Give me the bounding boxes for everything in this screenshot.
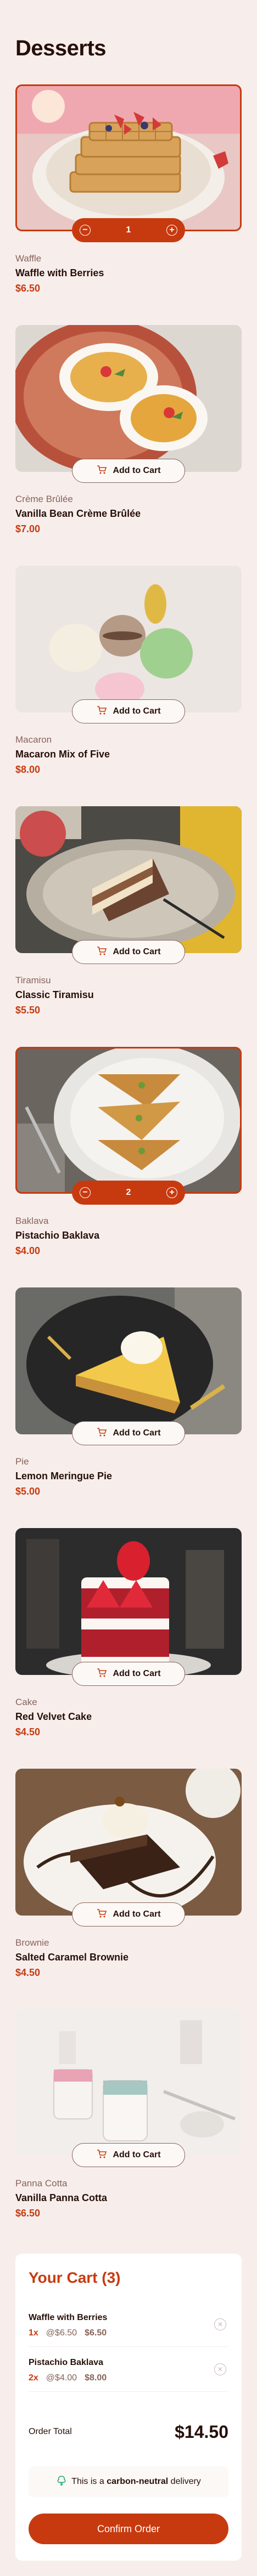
add-to-cart-icon bbox=[96, 464, 107, 478]
product-category: Pie bbox=[15, 1456, 29, 1467]
cart-item-qty: 1x bbox=[29, 2328, 38, 2338]
product-image: Add to Cart bbox=[15, 1528, 242, 1686]
tree-icon bbox=[56, 2475, 67, 2489]
add-to-cart-button[interactable]: Add to Cart bbox=[72, 940, 185, 964]
minus-icon[interactable]: − bbox=[80, 1187, 91, 1198]
plus-icon[interactable]: + bbox=[166, 1187, 177, 1198]
product-price: $8.00 bbox=[15, 764, 41, 775]
product-card: Add to Cart Cake Red Velvet Cake $4.50 bbox=[15, 1528, 242, 1737]
add-to-cart-label: Add to Cart bbox=[113, 1428, 161, 1438]
product-category: Cake bbox=[15, 1697, 37, 1707]
add-to-cart-button[interactable]: Add to Cart bbox=[72, 2143, 185, 2167]
cart-item-unit-price: @$6.50 bbox=[46, 2328, 77, 2338]
product-card: Add to Cart Crème Brûlée Vanilla Bean Cr… bbox=[15, 325, 242, 534]
product-category: Brownie bbox=[15, 1937, 49, 1948]
product-name: Macaron Mix of Five bbox=[15, 749, 110, 760]
cart-item-total: $6.50 bbox=[85, 2328, 107, 2338]
quantity-stepper: − 2 + bbox=[72, 1181, 185, 1205]
product-card: Add to Cart Panna Cotta Vanilla Panna Co… bbox=[15, 2009, 242, 2219]
product-name: Salted Caramel Brownie bbox=[15, 1952, 129, 1963]
product-category: Crème Brûlée bbox=[15, 494, 73, 504]
add-to-cart-icon bbox=[96, 705, 107, 719]
add-to-cart-label: Add to Cart bbox=[113, 1669, 161, 1678]
cart-item-name: Pistachio Baklava bbox=[29, 2358, 104, 2367]
product-price: $5.50 bbox=[15, 1005, 41, 1016]
product-price: $6.50 bbox=[15, 283, 41, 294]
product-price: $5.00 bbox=[15, 1486, 41, 1497]
add-to-cart-icon bbox=[96, 945, 107, 959]
product-image: − 1 + bbox=[15, 84, 242, 242]
cart-panel: Your Cart (3) Waffle with Berries 1x @$6… bbox=[15, 2254, 242, 2561]
cart-item-total: $8.00 bbox=[85, 2373, 107, 2383]
cart-item-name: Waffle with Berries bbox=[29, 2313, 108, 2322]
product-image: Add to Cart bbox=[15, 1769, 242, 1927]
product-image: Add to Cart bbox=[15, 1287, 242, 1445]
product-image: Add to Cart bbox=[15, 2009, 242, 2167]
remove-item-icon[interactable]: ✕ bbox=[214, 2363, 226, 2375]
carbon-text-bold: carbon-neutral bbox=[107, 2477, 169, 2486]
product-name: Red Velvet Cake bbox=[15, 1711, 92, 1722]
product-category: Tiramisu bbox=[15, 975, 51, 985]
cart-title: Your Cart (3) bbox=[29, 2269, 121, 2286]
carbon-neutral-notice: This is a carbon-neutral delivery bbox=[29, 2466, 228, 2497]
add-to-cart-label: Add to Cart bbox=[113, 706, 161, 716]
product-card: Add to Cart Macaron Macaron Mix of Five … bbox=[15, 566, 242, 775]
product-category: Waffle bbox=[15, 253, 42, 264]
add-to-cart-label: Add to Cart bbox=[113, 2150, 161, 2159]
product-card: Add to Cart Pie Lemon Meringue Pie $5.00 bbox=[15, 1287, 242, 1497]
add-to-cart-button[interactable]: Add to Cart bbox=[72, 459, 185, 483]
quantity-stepper: − 1 + bbox=[72, 218, 185, 242]
product-image: Add to Cart bbox=[15, 566, 242, 723]
add-to-cart-icon bbox=[96, 1908, 107, 1922]
product-category: Baklava bbox=[15, 1216, 49, 1226]
add-to-cart-button[interactable]: Add to Cart bbox=[72, 1421, 185, 1445]
product-card: Add to Cart Tiramisu Classic Tiramisu $5… bbox=[15, 806, 242, 1016]
cart-item-unit-price: @$4.00 bbox=[46, 2373, 77, 2383]
order-total-value: $14.50 bbox=[175, 2421, 228, 2442]
product-price: $4.00 bbox=[15, 1245, 41, 1256]
cart-item: Waffle with Berries 1x @$6.50 $6.50 ✕ bbox=[29, 2302, 228, 2347]
add-to-cart-button[interactable]: Add to Cart bbox=[72, 699, 185, 723]
carbon-text-post: delivery bbox=[170, 2477, 201, 2486]
product-price: $6.50 bbox=[15, 2208, 41, 2219]
order-total-label: Order Total bbox=[29, 2427, 72, 2436]
confirm-order-button[interactable]: Confirm Order bbox=[29, 2514, 228, 2544]
quantity-value: 2 bbox=[126, 1188, 131, 1197]
add-to-cart-label: Add to Cart bbox=[113, 466, 161, 475]
add-to-cart-icon bbox=[96, 1427, 107, 1440]
carbon-text-pre: This is a bbox=[71, 2477, 104, 2486]
product-name: Vanilla Panna Cotta bbox=[15, 2192, 108, 2203]
order-total: Order Total $14.50 bbox=[29, 2418, 228, 2446]
product-name: Waffle with Berries bbox=[15, 267, 104, 278]
product-image: Add to Cart bbox=[15, 325, 242, 483]
product-name: Classic Tiramisu bbox=[15, 989, 94, 1000]
product-price: $4.50 bbox=[15, 1967, 41, 1978]
quantity-value: 1 bbox=[126, 225, 131, 235]
add-to-cart-label: Add to Cart bbox=[113, 947, 161, 956]
product-image: Add to Cart bbox=[15, 806, 242, 964]
page-title: Desserts bbox=[15, 36, 107, 60]
product-card: − 1 + Waffle Waffle with Berries $6.50 bbox=[15, 84, 242, 294]
product-name: Lemon Meringue Pie bbox=[15, 1471, 113, 1481]
minus-icon[interactable]: − bbox=[80, 225, 91, 236]
add-to-cart-icon bbox=[96, 1667, 107, 1681]
add-to-cart-button[interactable]: Add to Cart bbox=[72, 1902, 185, 1927]
product-name: Pistachio Baklava bbox=[15, 1230, 100, 1241]
add-to-cart-icon bbox=[96, 2148, 107, 2162]
remove-item-icon[interactable]: ✕ bbox=[214, 2318, 226, 2330]
product-card: Add to Cart Brownie Salted Caramel Brown… bbox=[15, 1769, 242, 1978]
product-image: − 2 + bbox=[15, 1047, 242, 1205]
cart-item: Pistachio Baklava 2x @$4.00 $8.00 ✕ bbox=[29, 2347, 228, 2392]
add-to-cart-button[interactable]: Add to Cart bbox=[72, 1662, 185, 1686]
cart-item-qty: 2x bbox=[29, 2373, 38, 2383]
product-name: Vanilla Bean Crème Brûlée bbox=[15, 508, 141, 519]
add-to-cart-label: Add to Cart bbox=[113, 1910, 161, 1919]
product-price: $4.50 bbox=[15, 1726, 41, 1737]
plus-icon[interactable]: + bbox=[166, 225, 177, 236]
product-price: $7.00 bbox=[15, 523, 41, 534]
product-category: Macaron bbox=[15, 734, 52, 745]
product-category: Panna Cotta bbox=[15, 2178, 68, 2189]
product-card: − 2 + Baklava Pistachio Baklava $4.00 bbox=[15, 1047, 242, 1256]
